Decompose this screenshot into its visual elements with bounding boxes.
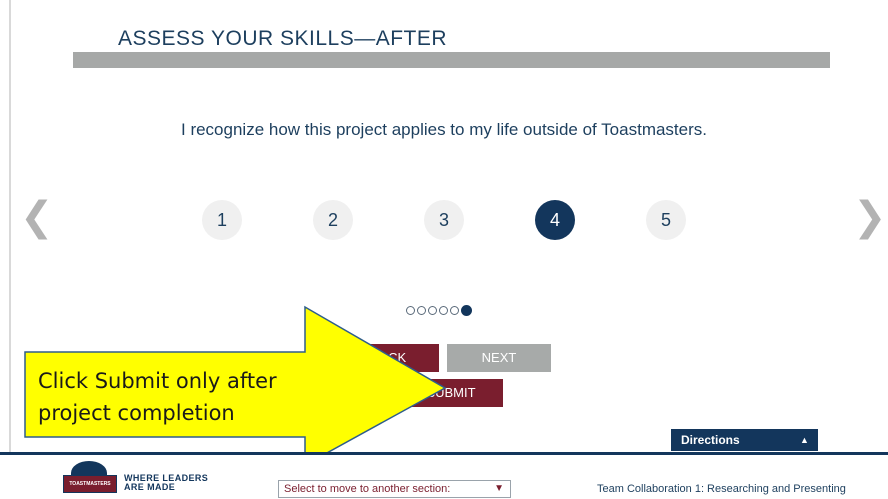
pagination-dot[interactable] [450, 305, 459, 315]
title-underline-bar [73, 52, 830, 68]
pagination-dot[interactable] [439, 305, 448, 315]
course-title: Team Collaboration 1: Researching and Pr… [597, 483, 846, 495]
left-border [9, 0, 11, 452]
previous-arrow-icon[interactable]: ❮ [20, 197, 54, 237]
pagination-dot[interactable] [428, 305, 437, 315]
next-button[interactable]: NEXT [447, 344, 551, 372]
rating-option-4[interactable]: 4 [535, 200, 575, 240]
directions-button[interactable]: Directions ▲ [671, 429, 818, 451]
assessment-question: I recognize how this project applies to … [181, 120, 707, 139]
logo-text: TOASTMASTERS [69, 481, 111, 487]
section-select[interactable]: Select to move to another section: ▼ [278, 480, 511, 498]
callout-line-1: Click Submit only after [38, 369, 277, 393]
callout-line-2: project completion [38, 401, 235, 425]
next-arrow-icon[interactable]: ❯ [853, 197, 887, 237]
callout-text: Click Submit only after project completi… [38, 365, 277, 429]
pagination-dot[interactable] [417, 305, 426, 315]
chevron-down-icon: ▼ [494, 483, 504, 494]
back-button[interactable]: BACK [338, 344, 439, 372]
submit-button[interactable]: SUBMIT [399, 379, 503, 407]
brand-tagline: WHERE LEADERS ARE MADE [124, 474, 208, 492]
pagination-dots [406, 304, 472, 316]
rating-option-3[interactable]: 3 [424, 200, 464, 240]
directions-label: Directions [681, 433, 740, 447]
caret-up-icon: ▲ [800, 435, 809, 445]
rating-option-1[interactable]: 1 [202, 200, 242, 240]
rating-option-5[interactable]: 5 [646, 200, 686, 240]
pagination-dot-current[interactable] [461, 304, 472, 316]
page-title: ASSESS YOUR SKILLS—AFTER [118, 27, 448, 50]
toastmasters-logo: TOASTMASTERS [63, 475, 117, 493]
pagination-dot[interactable] [406, 305, 415, 315]
rating-option-2[interactable]: 2 [313, 200, 353, 240]
tagline-line-2: ARE MADE [124, 482, 176, 492]
section-select-value: Select to move to another section: [284, 483, 451, 495]
